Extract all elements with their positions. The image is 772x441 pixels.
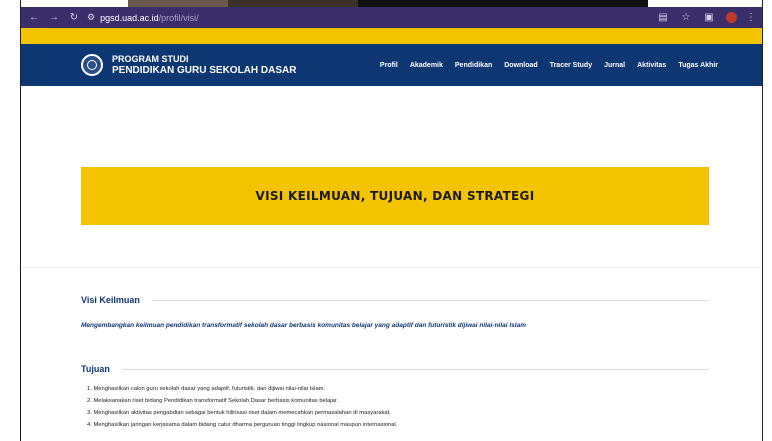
site-info-icon[interactable]: ⚙ <box>87 12 95 23</box>
brand-line-2: PENDIDIKAN GURU SEKOLAH DASAR <box>112 65 297 76</box>
menu-item-pendidikan[interactable]: Pendidikan <box>455 62 492 69</box>
goals-section: Tujuan 1. Menghasilkan calon guru sekola… <box>81 364 709 433</box>
list-item: 3. Menghasilkan aktivitas pengabdian seb… <box>87 410 391 416</box>
vision-section: Visi Keilmuan Mengembangkan keilmuan pen… <box>81 295 709 329</box>
more-menu-icon[interactable]: ⋮ <box>746 12 756 23</box>
menu-item-tugas-akhir[interactable]: Tugas Akhir <box>678 62 718 69</box>
screen-margin-right <box>762 0 772 441</box>
menu-item-profil[interactable]: Profil <box>380 62 398 69</box>
menu-item-tracer-study[interactable]: Tracer Study <box>550 62 592 69</box>
menu-item-jurnal[interactable]: Jurnal <box>604 62 625 69</box>
site-brand[interactable]: PROGRAM STUDI PENDIDIKAN GURU SEKOLAH DA… <box>112 53 296 77</box>
address-bar[interactable]: ⚙ pgsd.uad.ac.id /profil/visi/ <box>87 10 199 25</box>
main-menu: Profil Akademik Pendidikan Download Trac… <box>368 62 762 69</box>
browser-window: ← → ↻ ⚙ pgsd.uad.ac.id /profil/visi/ ▤ ☆… <box>21 7 762 441</box>
url-host: pgsd.uad.ac.id <box>100 12 159 23</box>
university-logo-icon[interactable] <box>81 54 103 76</box>
translate-icon[interactable]: ▤ <box>657 12 669 23</box>
vision-heading-row: Visi Keilmuan <box>81 295 709 305</box>
browser-toolbar: ← → ↻ ⚙ pgsd.uad.ac.id /profil/visi/ ▤ ☆… <box>21 7 762 28</box>
list-item: 2. Melaksanakan riset bidang Pendidikan … <box>87 398 339 404</box>
page-title: VISI KEILMUAN, TUJUAN, DAN STRATEGI <box>255 189 535 203</box>
goals-heading: Tujuan <box>81 364 110 374</box>
menu-item-download[interactable]: Download <box>504 62 537 69</box>
profile-avatar[interactable] <box>726 12 737 23</box>
vision-statement: Mengembangkan keilmuan pendidikan transf… <box>81 322 527 329</box>
reload-icon[interactable]: ↻ <box>67 11 81 25</box>
screen-margin-left <box>0 0 21 441</box>
back-arrow-icon[interactable]: ← <box>27 11 41 25</box>
menu-item-aktivitas[interactable]: Aktivitas <box>637 62 666 69</box>
site-header: PROGRAM STUDI PENDIDIKAN GURU SEKOLAH DA… <box>21 44 762 86</box>
goals-list: 1. Menghasilkan calon guru sekolah dasar… <box>81 385 709 429</box>
heading-rule <box>121 368 709 370</box>
video-thumbnail <box>228 0 358 7</box>
menu-item-akademik[interactable]: Akademik <box>410 62 443 69</box>
vision-heading: Visi Keilmuan <box>81 295 140 305</box>
page-hero-banner: VISI KEILMUAN, TUJUAN, DAN STRATEGI <box>81 167 709 225</box>
url-path: /profil/visi/ <box>158 12 199 23</box>
section-divider <box>21 267 762 268</box>
forward-arrow-icon[interactable]: → <box>47 11 61 25</box>
goals-heading-row: Tujuan <box>81 364 709 374</box>
list-item: 4. Menghasilkan jaringan kerjasama dalam… <box>87 422 398 428</box>
brand-line-1: PROGRAM STUDI <box>112 54 189 64</box>
list-item: 1. Menghasilkan calon guru sekolah dasar… <box>87 386 326 392</box>
heading-rule <box>151 299 709 301</box>
video-thumbnail <box>358 0 648 7</box>
top-accent-band <box>21 28 762 44</box>
extensions-icon[interactable]: ▣ <box>703 12 715 23</box>
bookmark-star-icon[interactable]: ☆ <box>680 12 692 23</box>
browser-actions: ▤ ☆ ▣ ⋮ <box>646 12 756 23</box>
video-thumbnail <box>128 0 228 7</box>
